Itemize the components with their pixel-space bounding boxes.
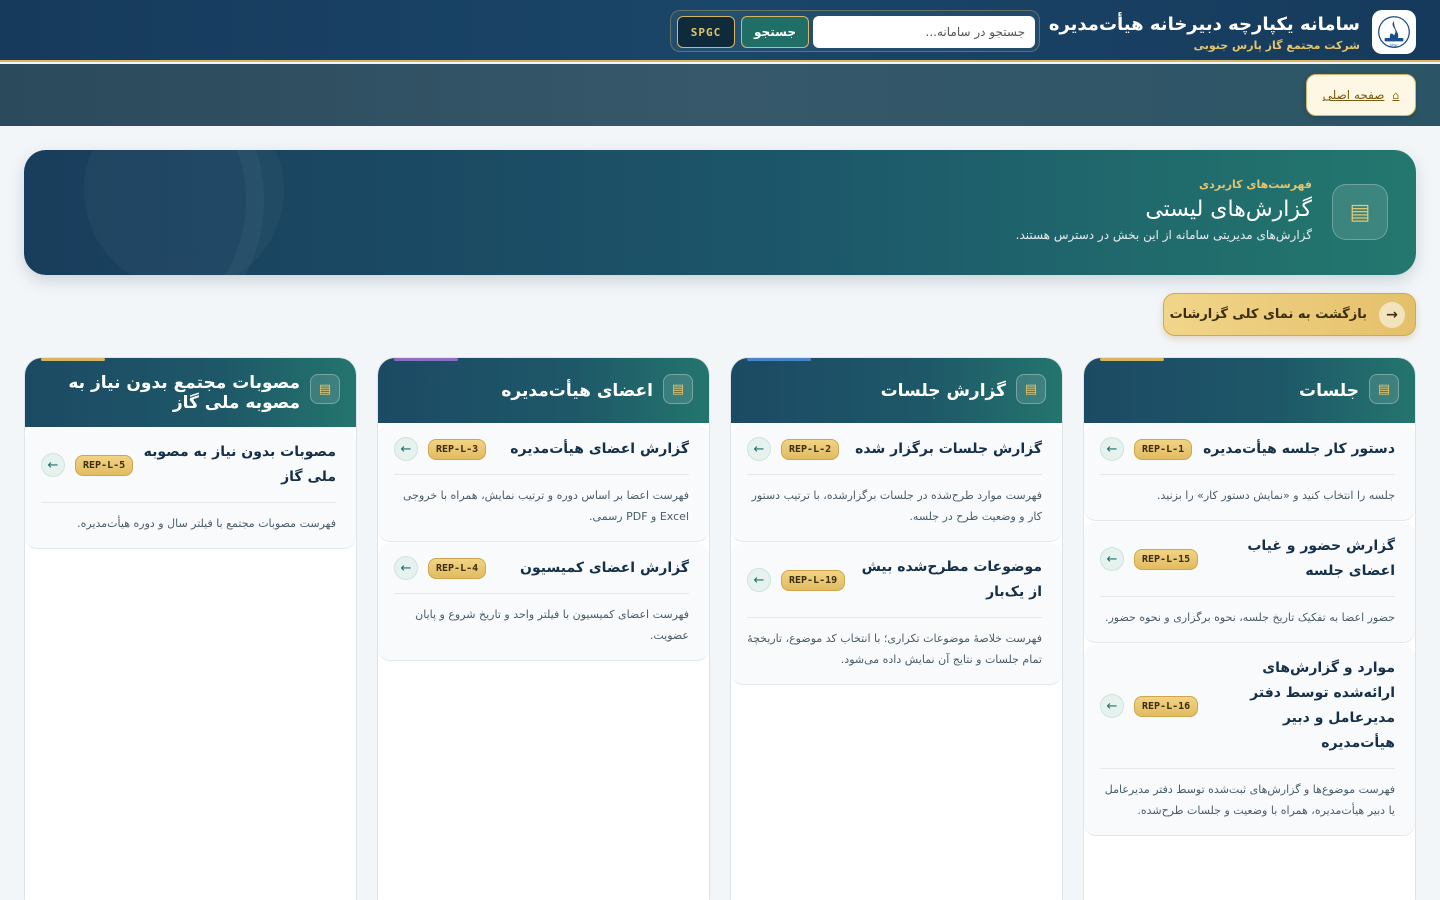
arrow-left-icon[interactable]: ← bbox=[394, 556, 418, 580]
report-card[interactable]: گزارش جلسات برگزار شده REP-L-2 ← فهرست م… bbox=[731, 424, 1062, 542]
search-input[interactable] bbox=[813, 16, 1035, 48]
arrow-left-icon[interactable]: ← bbox=[394, 437, 418, 461]
list-icon: ▤ bbox=[1332, 184, 1388, 240]
column-title: جلسات bbox=[1299, 380, 1359, 401]
report-title: گزارش حضور و غیاب اعضای جلسه bbox=[1247, 538, 1395, 579]
company-logo[interactable]: SPGC bbox=[1372, 10, 1416, 54]
back-button-label: بازگشت به نمای کلی گزارشات bbox=[1169, 307, 1367, 322]
home-label: صفحه اصلی bbox=[1322, 88, 1385, 102]
divider bbox=[747, 474, 1042, 475]
column-meetings: ▤ جلسات دستور کار جلسه هیأت‌مدیره REP-L-… bbox=[1083, 357, 1416, 900]
back-to-overview-button[interactable]: → بازگشت به نمای کلی گزارشات bbox=[1163, 293, 1416, 336]
page-title: گزارش‌های لیستی bbox=[1145, 197, 1312, 222]
report-card[interactable]: مصوبات بدون نیاز به مصوبه ملی گاز REP-L-… bbox=[25, 428, 356, 549]
column-title: گزارش جلسات bbox=[880, 380, 1006, 401]
sub-nav: ⌂ صفحه اصلی bbox=[0, 64, 1440, 126]
report-card[interactable]: دستور کار جلسه هیأت‌مدیره REP-L-1 ← جلسه… bbox=[1084, 424, 1415, 521]
report-code-badge: REP-L-2 bbox=[781, 438, 840, 460]
column-resolutions: ▤ مصوبات مجتمع بدون نیاز به مصوبه ملی گا… bbox=[24, 357, 357, 900]
report-description: حضور اعضا به تفکیک تاریخ جلسه، نحوه برگز… bbox=[1105, 611, 1395, 624]
hero-banner: ▤ فهرست‌های کاربردی گزارش‌های لیستی گزار… bbox=[24, 150, 1416, 275]
column-header: ▤ مصوبات مجتمع بدون نیاز به مصوبه ملی گا… bbox=[25, 358, 356, 427]
report-title: گزارش جلسات برگزار شده bbox=[855, 440, 1042, 457]
column-header: ▤ جلسات bbox=[1084, 358, 1415, 423]
report-card[interactable]: گزارش اعضای هیأت‌مدیره REP-L-3 ← فهرست ا… bbox=[378, 424, 709, 542]
report-description: فهرست موارد طرح‌شده در جلسات برگزارشده، … bbox=[751, 489, 1042, 523]
report-description: فهرست مصوبات مجتمع با فیلتر سال و دوره ه… bbox=[77, 517, 336, 530]
report-code-badge: REP-L-15 bbox=[1134, 548, 1199, 570]
arrow-left-icon[interactable]: ← bbox=[747, 568, 771, 592]
arrow-left-icon[interactable]: ← bbox=[1100, 437, 1124, 461]
report-code-badge: REP-L-3 bbox=[428, 438, 487, 460]
list-icon: ▤ bbox=[1016, 374, 1046, 404]
report-code-badge: REP-L-16 bbox=[1134, 695, 1199, 717]
column-board-members: ▤ اعضای هیأت‌مدیره گزارش اعضای هیأت‌مدیر… bbox=[377, 357, 710, 900]
list-icon: ▤ bbox=[310, 374, 340, 404]
report-card[interactable]: گزارش حضور و غیاب اعضای جلسه REP-L-15 ← … bbox=[1084, 522, 1415, 643]
arrow-left-icon[interactable]: ← bbox=[1100, 547, 1124, 571]
divider bbox=[1100, 768, 1395, 769]
svg-text:SPGC: SPGC bbox=[1389, 43, 1399, 47]
report-code-badge: REP-L-1 bbox=[1134, 438, 1193, 460]
app-title: سامانه یکپارچه دبیرخانه هیأت‌مدیره bbox=[1048, 13, 1360, 35]
search-box: جستجو SPGC bbox=[670, 10, 1040, 52]
list-icon: ▤ bbox=[1369, 374, 1399, 404]
divider bbox=[1100, 474, 1395, 475]
column-title: مصوبات مجتمع بدون نیاز به مصوبه ملی گاز bbox=[68, 372, 300, 413]
report-title: موارد و گزارش‌های ارائه‌شده توسط دفتر مد… bbox=[1250, 660, 1395, 751]
report-title: مصوبات بدون نیاز به مصوبه ملی گاز bbox=[143, 444, 336, 485]
hero-kicker: فهرست‌های کاربردی bbox=[1199, 178, 1312, 191]
report-description: فهرست موضوع‌ها و گزارش‌های ثبت‌شده توسط … bbox=[1104, 783, 1395, 817]
report-description: فهرست اعضا بر اساس دوره و ترتیب نمایش، ه… bbox=[402, 489, 689, 523]
report-card[interactable]: موارد و گزارش‌های ارائه‌شده توسط دفتر مد… bbox=[1084, 644, 1415, 836]
report-code-badge: REP-L-5 bbox=[75, 454, 134, 476]
list-icon: ▤ bbox=[663, 374, 693, 404]
report-description: فهرست خلاصهٔ موضوعات تکراری؛ با انتخاب ک… bbox=[747, 632, 1042, 666]
home-button[interactable]: ⌂ صفحه اصلی bbox=[1306, 74, 1416, 116]
column-meeting-reports: ▤ گزارش جلسات گزارش جلسات برگزار شده REP… bbox=[730, 357, 1063, 900]
report-code-badge: REP-L-19 bbox=[781, 569, 846, 591]
divider bbox=[41, 502, 336, 503]
column-title: اعضای هیأت‌مدیره bbox=[501, 380, 653, 401]
divider bbox=[747, 617, 1042, 618]
arrow-right-icon: → bbox=[1379, 301, 1405, 328]
flame-logo-icon: SPGC bbox=[1378, 16, 1410, 48]
home-icon: ⌂ bbox=[1392, 88, 1400, 102]
report-title: گزارش اعضای کمیسیون bbox=[520, 559, 689, 576]
hero-description: گزارش‌های مدیریتی سامانه از این بخش در د… bbox=[1015, 228, 1312, 242]
decor-circle bbox=[84, 150, 284, 275]
report-card[interactable]: موضوعات مطرح‌شده بیش از یک‌بار REP-L-19 … bbox=[731, 543, 1062, 685]
divider bbox=[394, 474, 689, 475]
arrow-left-icon[interactable]: ← bbox=[1100, 694, 1124, 718]
report-title: موضوعات مطرح‌شده بیش از یک‌بار bbox=[861, 559, 1042, 600]
report-title: دستور کار جلسه هیأت‌مدیره bbox=[1203, 440, 1395, 457]
column-header: ▤ گزارش جلسات bbox=[731, 358, 1062, 423]
search-button[interactable]: جستجو bbox=[741, 16, 809, 48]
report-description: فهرست اعضای کمیسیون با فیلتر واحد و تاری… bbox=[415, 608, 689, 642]
company-name: شرکت مجتمع گاز پارس جنوبی bbox=[1193, 38, 1360, 52]
report-card[interactable]: گزارش اعضای کمیسیون REP-L-4 ← فهرست اعضا… bbox=[378, 543, 709, 661]
divider bbox=[1100, 596, 1395, 597]
report-code-badge: REP-L-4 bbox=[428, 557, 487, 579]
top-header: SPGC سامانه یکپارچه دبیرخانه هیأت‌مدیره … bbox=[0, 0, 1440, 62]
column-header: ▤ اعضای هیأت‌مدیره bbox=[378, 358, 709, 423]
arrow-left-icon[interactable]: ← bbox=[41, 453, 65, 477]
report-description: جلسه را انتخاب کنید و «نمایش دستور کار» … bbox=[1157, 489, 1395, 502]
spgc-button[interactable]: SPGC bbox=[677, 16, 735, 48]
arrow-left-icon[interactable]: ← bbox=[747, 437, 771, 461]
brand: SPGC سامانه یکپارچه دبیرخانه هیأت‌مدیره … bbox=[1049, 10, 1416, 54]
report-title: گزارش اعضای هیأت‌مدیره bbox=[510, 440, 689, 457]
divider bbox=[394, 593, 689, 594]
